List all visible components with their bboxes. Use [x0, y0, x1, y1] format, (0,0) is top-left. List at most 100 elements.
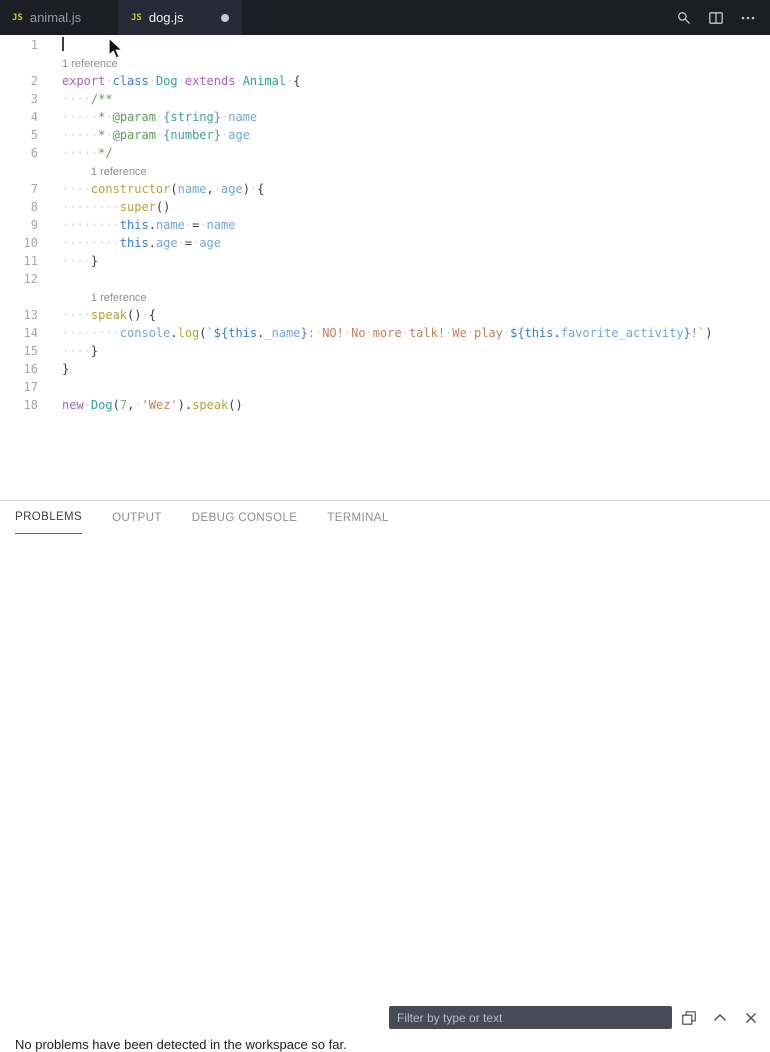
- code-token: age: [228, 128, 250, 142]
- code-line[interactable]: 16}: [0, 360, 770, 378]
- close-panel-icon[interactable]: [743, 1010, 759, 1026]
- line-number[interactable]: 10: [0, 234, 38, 252]
- code-line[interactable]: 11····}: [0, 252, 770, 270]
- code-token: :: [308, 326, 315, 340]
- codelens-reference-link[interactable]: 1 reference: [91, 289, 147, 307]
- line-number[interactable]: 16: [0, 360, 38, 378]
- whitespace-dots: ·: [105, 74, 112, 88]
- code-token: name: [228, 110, 257, 124]
- code-token: ,: [207, 182, 214, 196]
- view-mode-icon[interactable]: [681, 1010, 697, 1026]
- line-number[interactable]: 14: [0, 324, 38, 342]
- code-line[interactable]: 15····}: [0, 342, 770, 360]
- code-line[interactable]: 8········super(): [0, 198, 770, 216]
- maximize-panel-icon[interactable]: [712, 1010, 728, 1026]
- line-number[interactable]: 11: [0, 252, 38, 270]
- code-line[interactable]: 6·····*/: [0, 144, 770, 162]
- code-token: ${: [510, 326, 524, 340]
- panel-tab-debug-console[interactable]: DEBUG CONSOLE: [192, 501, 298, 534]
- line-number[interactable]: 13: [0, 306, 38, 324]
- line-number[interactable]: 17: [0, 378, 38, 396]
- code-token: }: [300, 326, 307, 340]
- code-token: NO!: [322, 326, 344, 340]
- more-actions-icon[interactable]: [740, 10, 756, 26]
- tab-dog-js[interactable]: JS dog.js: [119, 0, 242, 35]
- code-token: .: [149, 236, 156, 250]
- tab-animal-js[interactable]: JS animal.js: [0, 0, 119, 35]
- problems-filter-input[interactable]: [389, 1006, 672, 1029]
- code-line[interactable]: 13····speak()·{: [0, 306, 770, 324]
- line-number[interactable]: 5: [0, 126, 38, 144]
- code-line[interactable]: 14········console.log(`${this._name}:·NO…: [0, 324, 770, 342]
- code-line[interactable]: 4·····*·@param·{string}·name: [0, 108, 770, 126]
- codelens-row[interactable]: 1 reference: [0, 288, 770, 306]
- code-token: We: [452, 326, 466, 340]
- code-token: log: [178, 326, 200, 340]
- line-number[interactable]: 9: [0, 216, 38, 234]
- line-number[interactable]: 8: [0, 198, 38, 216]
- code-line[interactable]: 10········this.age·=·age: [0, 234, 770, 252]
- code-content: ·····*/: [38, 144, 770, 162]
- code-line[interactable]: 1: [0, 36, 770, 54]
- code-token: }: [684, 326, 691, 340]
- editor-lines: 11 reference2export·class·Dog·extends·An…: [0, 35, 770, 414]
- code-line[interactable]: 7····constructor(name,·age)·{: [0, 180, 770, 198]
- text-cursor: [62, 37, 64, 51]
- line-number[interactable]: 6: [0, 144, 38, 162]
- code-token: @param: [113, 110, 156, 124]
- line-number[interactable]: 15: [0, 342, 38, 360]
- code-editor[interactable]: 11 reference2export·class·Dog·extends·An…: [0, 35, 770, 500]
- code-content: ········this.name·=·name: [38, 216, 770, 234]
- line-number: [0, 162, 38, 180]
- line-number[interactable]: 18: [0, 396, 38, 414]
- whitespace-dots: ········: [62, 218, 120, 232]
- panel-tab-terminal[interactable]: TERMINAL: [327, 501, 388, 534]
- code-token: No: [351, 326, 365, 340]
- whitespace-dots: ·: [185, 218, 192, 232]
- codelens-row[interactable]: 1 reference: [0, 54, 770, 72]
- editor-tab-bar: JS animal.js JS dog.js: [0, 0, 770, 35]
- line-number[interactable]: 1: [0, 36, 38, 54]
- code-token: {: [293, 74, 300, 88]
- js-file-icon: JS: [131, 13, 142, 23]
- line-number[interactable]: 2: [0, 72, 38, 90]
- tab-label: dog.js: [149, 10, 184, 25]
- code-line[interactable]: 2export·class·Dog·extends·Animal·{: [0, 72, 770, 90]
- whitespace-dots: ·: [149, 74, 156, 88]
- code-token: .: [553, 326, 560, 340]
- code-content: ········console.log(`${this._name}:·NO!·…: [38, 324, 770, 342]
- code-token: @param: [113, 128, 156, 142]
- code-line[interactable]: 17: [0, 378, 770, 396]
- code-token: !: [691, 326, 698, 340]
- whitespace-dots: ·: [467, 326, 474, 340]
- line-number: [0, 54, 38, 72]
- whitespace-dots: ····: [62, 92, 91, 106]
- split-editor-icon[interactable]: [708, 10, 724, 26]
- codelens-reference-link[interactable]: 1 reference: [62, 55, 118, 73]
- panel-actions: [681, 1005, 770, 1031]
- code-content: ········super(): [38, 198, 770, 216]
- code-token: speak: [91, 308, 127, 322]
- codelens-row[interactable]: 1 reference: [0, 162, 770, 180]
- code-line[interactable]: 3····/**: [0, 90, 770, 108]
- code-token: age: [199, 236, 221, 250]
- search-icon[interactable]: [676, 10, 692, 26]
- whitespace-dots: ·: [402, 326, 409, 340]
- line-number[interactable]: 4: [0, 108, 38, 126]
- code-line[interactable]: 12: [0, 270, 770, 288]
- modified-dot-icon[interactable]: [221, 14, 229, 22]
- code-token: .: [149, 218, 156, 232]
- code-line[interactable]: 5·····*·@param·{number}·age: [0, 126, 770, 144]
- panel-tab-output[interactable]: OUTPUT: [112, 501, 162, 534]
- line-number[interactable]: 12: [0, 270, 38, 288]
- whitespace-dots: ·: [84, 398, 91, 412]
- code-line[interactable]: 18new·Dog(7,·'Wez').speak(): [0, 396, 770, 414]
- codelens-reference-link[interactable]: 1 reference: [91, 163, 147, 181]
- line-number[interactable]: 3: [0, 90, 38, 108]
- whitespace-dots: ·: [178, 236, 185, 250]
- line-number[interactable]: 7: [0, 180, 38, 198]
- code-line[interactable]: 9········this.name·=·name: [0, 216, 770, 234]
- whitespace-dots: ·: [199, 218, 206, 232]
- code-token: (: [113, 398, 120, 412]
- panel-tab-problems[interactable]: PROBLEMS: [15, 501, 82, 534]
